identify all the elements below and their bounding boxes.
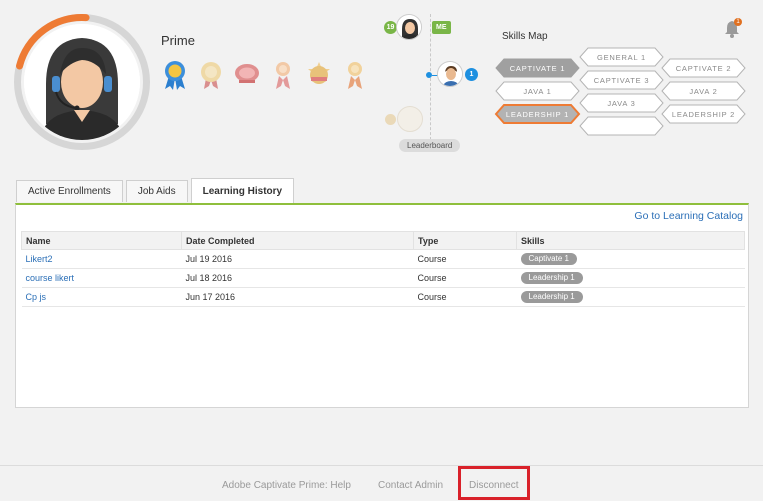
learning-catalog-link[interactable]: Go to Learning Catalog [634,210,743,222]
star-medal-icon[interactable] [304,60,334,90]
skill-label: CAPTIVATE 3 [594,76,650,85]
skills-map-title: Skills Map [502,31,548,42]
leaderboard-label[interactable]: Leaderboard [399,139,461,152]
skill-label: LEADERSHIP 1 [506,110,569,119]
column-header-name[interactable]: Name [21,231,182,250]
skill-label: JAVA 3 [607,99,635,108]
course-type: Course [413,268,517,288]
course-name-link[interactable]: Likert2 [21,249,182,269]
faded-learner-avatar [397,106,423,132]
my-leaderboard-avatar[interactable] [396,14,422,40]
skill-hexagon[interactable]: GENERAL 1 [579,47,664,67]
column-header-date[interactable]: Date Completed [181,231,414,250]
skill-pill: Captivate 1 [520,253,577,265]
ribbon-rosette-icon[interactable] [160,60,190,90]
date-completed: Jul 19 2016 [181,249,414,269]
skill-label: CAPTIVATE 2 [676,64,732,73]
skills-cell: Leadership 1 [516,268,745,288]
skill-label: JAVA 2 [689,87,717,96]
table-row: Cp js Jun 17 2016 Course Leadership 1 [21,287,745,307]
date-completed: Jun 17 2016 [181,287,414,307]
skill-hexagon[interactable]: CAPTIVATE 3 [579,70,664,90]
disconnect-highlight [458,466,530,500]
pink-ribbon-icon[interactable] [268,60,298,90]
skill-pill: Leadership 1 [520,291,583,303]
badges-row [160,60,370,90]
user-name: Prime [161,33,195,48]
skill-label: GENERAL 1 [597,53,646,62]
red-medal-icon[interactable] [232,60,262,90]
top-learner-avatar[interactable] [437,61,463,87]
contact-admin-link[interactable]: Contact Admin [378,480,443,491]
tab-bar: Active Enrollments Job Aids Learning His… [16,178,295,203]
skill-hexagon[interactable]: JAVA 2 [661,81,746,101]
skill-hexagon[interactable]: JAVA 3 [579,93,664,113]
column-header-skills[interactable]: Skills [516,231,745,250]
gold-medal-icon[interactable] [196,60,226,90]
skill-hexagon[interactable]: CAPTIVATE 2 [661,58,746,78]
skill-label: CAPTIVATE 1 [510,64,566,73]
skill-label: LEADERSHIP 2 [672,110,735,119]
course-name-link[interactable]: Cp js [21,287,182,307]
table-header-row: Name Date Completed Type Skills [21,231,745,250]
course-type: Course [413,249,517,269]
tab-learning-history[interactable]: Learning History [190,178,295,203]
tab-active-enrollments[interactable]: Active Enrollments [16,180,123,202]
leaderboard-faded-marker [385,114,396,125]
skill-hexagon[interactable]: LEADERSHIP 2 [661,104,746,124]
tab-job-aids[interactable]: Job Aids [125,180,188,202]
profile-avatar[interactable] [14,14,150,150]
footer: Adobe Captivate Prime: Help Contact Admi… [0,465,763,501]
notification-count: 1 [734,18,742,26]
me-tag: ME [432,21,451,34]
table-row: Likert2 Jul 19 2016 Course Captivate 1 [21,249,745,269]
skills-cell: Captivate 1 [516,249,745,269]
skill-label: JAVA 1 [523,87,551,96]
skill-hexagon[interactable]: CAPTIVATE 1 [495,58,580,78]
help-link[interactable]: Adobe Captivate Prime: Help [222,480,351,491]
skills-cell: Leadership 1 [516,287,745,307]
course-type: Course [413,287,517,307]
orange-ribbon-icon[interactable] [340,60,370,90]
skill-hexagon[interactable]: LEADERSHIP 1 [494,104,581,124]
top-rank-badge: 1 [465,68,478,81]
skill-pill: Leadership 1 [520,272,583,284]
skill-hexagon[interactable] [579,116,664,136]
learning-history-table: Name Date Completed Type Skills Likert2 … [21,231,745,307]
date-completed: Jul 18 2016 [181,268,414,288]
course-name-link[interactable]: course likert [21,268,182,288]
skill-hexagon[interactable]: JAVA 1 [495,81,580,101]
table-row: course likert Jul 18 2016 Course Leaders… [21,268,745,288]
avatar-image [24,24,140,140]
learning-history-panel: Go to Learning Catalog Name Date Complet… [15,203,749,408]
column-header-type[interactable]: Type [413,231,517,250]
